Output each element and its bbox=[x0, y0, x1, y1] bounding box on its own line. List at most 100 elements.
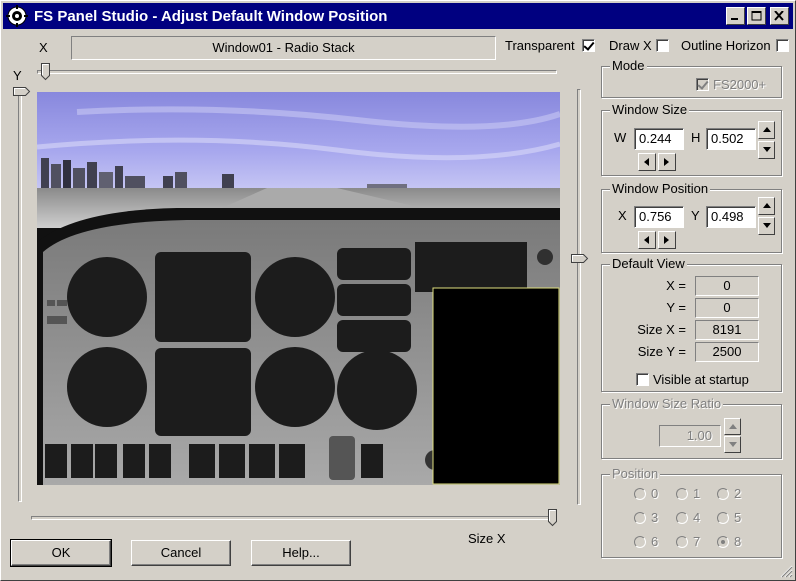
position-radio-1[interactable] bbox=[676, 488, 688, 500]
position-radio-3[interactable] bbox=[634, 512, 646, 524]
arrow-right-icon bbox=[664, 158, 669, 166]
position-right-button[interactable] bbox=[658, 231, 676, 249]
position-radio-7[interactable] bbox=[676, 536, 688, 548]
view-x-value: 0 bbox=[695, 276, 759, 296]
position-radio-4-label: 4 bbox=[693, 510, 701, 525]
size-y-slider-track[interactable] bbox=[577, 89, 581, 505]
position-group: Position 0 1 2 3 4 5 6 7 8 bbox=[601, 466, 782, 558]
x-position-slider-thumb[interactable] bbox=[41, 63, 51, 81]
gear-icon bbox=[6, 5, 28, 27]
dialog-window: FS Panel Studio - Adjust Default Window … bbox=[0, 0, 796, 581]
height-label: H bbox=[691, 130, 701, 145]
position-x-input[interactable]: 0.756 bbox=[634, 206, 684, 228]
arrow-up-icon bbox=[729, 424, 737, 429]
size-up-button[interactable] bbox=[758, 121, 775, 139]
position-radio-0[interactable] bbox=[634, 488, 646, 500]
arrow-up-icon bbox=[763, 127, 771, 132]
arrow-left-icon bbox=[644, 236, 649, 244]
outline-horizon-label: Outline Horizon bbox=[681, 38, 771, 53]
visible-at-startup-label: Visible at startup bbox=[653, 372, 749, 387]
arrow-up-icon bbox=[763, 203, 771, 208]
position-radio-4[interactable] bbox=[676, 512, 688, 524]
maximize-button[interactable] bbox=[747, 7, 766, 25]
draw-x-label: Draw X bbox=[609, 38, 652, 53]
position-group-title: Position bbox=[610, 466, 661, 481]
y-slider-label: Y bbox=[13, 68, 22, 83]
fs2000-checkbox[interactable] bbox=[696, 78, 709, 91]
width-label: W bbox=[614, 130, 627, 145]
y-position-slider-track[interactable] bbox=[18, 92, 22, 502]
size-x-slider-track[interactable] bbox=[31, 516, 556, 520]
ratio-up-button[interactable] bbox=[724, 418, 741, 435]
arrow-left-icon bbox=[644, 158, 649, 166]
view-size-x-value: 8191 bbox=[695, 320, 759, 340]
position-up-button[interactable] bbox=[758, 197, 775, 215]
outline-horizon-checkbox[interactable] bbox=[776, 39, 789, 52]
position-radio-8-label: 8 bbox=[734, 534, 742, 549]
view-x-label: X = bbox=[666, 278, 686, 293]
window-position-group: Window Position X 0.756 Y 0.498 bbox=[601, 181, 782, 253]
x-slider-label: X bbox=[39, 40, 48, 55]
ratio-down-button[interactable] bbox=[724, 436, 741, 453]
size-y-slider-thumb[interactable] bbox=[571, 254, 589, 264]
ok-button[interactable]: OK bbox=[10, 539, 112, 567]
position-y-input[interactable]: 0.498 bbox=[706, 206, 756, 228]
window-size-group: Window Size W 0.244 H 0.502 bbox=[601, 102, 782, 176]
arrow-right-icon bbox=[664, 236, 669, 244]
transparent-checkbox[interactable] bbox=[582, 39, 595, 52]
position-radio-2[interactable] bbox=[717, 488, 729, 500]
close-icon bbox=[774, 11, 784, 21]
size-right-button[interactable] bbox=[658, 153, 676, 171]
resize-grip-icon[interactable] bbox=[779, 564, 793, 578]
y-position-slider-thumb[interactable] bbox=[13, 87, 31, 97]
position-radio-3-label: 3 bbox=[651, 510, 659, 525]
position-radio-6[interactable] bbox=[634, 536, 646, 548]
x-position-slider-track[interactable] bbox=[37, 70, 557, 74]
position-radio-5[interactable] bbox=[717, 512, 729, 524]
height-input[interactable]: 0.502 bbox=[706, 128, 756, 150]
size-left-button[interactable] bbox=[638, 153, 656, 171]
transparent-label: Transparent bbox=[505, 38, 575, 53]
size-down-button[interactable] bbox=[758, 141, 775, 159]
help-button[interactable]: Help... bbox=[251, 540, 351, 566]
position-left-button[interactable] bbox=[638, 231, 656, 249]
view-size-x-label: Size X = bbox=[637, 322, 686, 337]
width-input[interactable]: 0.244 bbox=[634, 128, 684, 150]
position-down-button[interactable] bbox=[758, 217, 775, 235]
draw-x-checkbox[interactable] bbox=[656, 39, 669, 52]
position-radio-6-label: 6 bbox=[651, 534, 659, 549]
maximize-icon bbox=[751, 11, 762, 21]
position-x-label: X bbox=[618, 208, 627, 223]
window-position-group-title: Window Position bbox=[610, 181, 711, 196]
position-radio-8[interactable] bbox=[717, 536, 729, 548]
arrow-down-icon bbox=[763, 223, 771, 228]
position-radio-2-label: 2 bbox=[734, 486, 742, 501]
cancel-button[interactable]: Cancel bbox=[131, 540, 231, 566]
window-size-group-title: Window Size bbox=[610, 102, 690, 117]
default-view-group-title: Default View bbox=[610, 256, 687, 271]
position-radio-7-label: 7 bbox=[693, 534, 701, 549]
view-y-value: 0 bbox=[695, 298, 759, 318]
minimize-button[interactable] bbox=[726, 7, 745, 25]
fs2000-label: FS2000+ bbox=[713, 77, 767, 92]
mode-group: Mode FS2000+ bbox=[601, 58, 782, 98]
panel-preview-image bbox=[37, 92, 560, 485]
position-radio-0-label: 0 bbox=[651, 486, 659, 501]
close-button[interactable] bbox=[770, 7, 789, 25]
arrow-down-icon bbox=[729, 442, 737, 447]
visible-at-startup-checkbox[interactable] bbox=[636, 373, 649, 386]
ratio-value-field: 1.00 bbox=[659, 425, 721, 447]
size-x-slider-thumb[interactable] bbox=[548, 509, 558, 527]
position-radio-1-label: 1 bbox=[693, 486, 701, 501]
window-size-ratio-group-title: Window Size Ratio bbox=[610, 396, 724, 411]
title-bar[interactable]: FS Panel Studio - Adjust Default Window … bbox=[3, 3, 793, 29]
size-x-label: Size X bbox=[468, 531, 506, 546]
arrow-down-icon bbox=[763, 147, 771, 152]
position-y-label: Y bbox=[691, 208, 700, 223]
view-size-y-label: Size Y = bbox=[637, 344, 686, 359]
window-title: FS Panel Studio - Adjust Default Window … bbox=[34, 7, 388, 25]
cockpit-preview-graphic bbox=[37, 92, 560, 485]
minimize-icon bbox=[731, 18, 738, 20]
window-size-ratio-group: Window Size Ratio 1.00 bbox=[601, 396, 782, 459]
window-name-field: Window01 - Radio Stack bbox=[71, 36, 496, 60]
